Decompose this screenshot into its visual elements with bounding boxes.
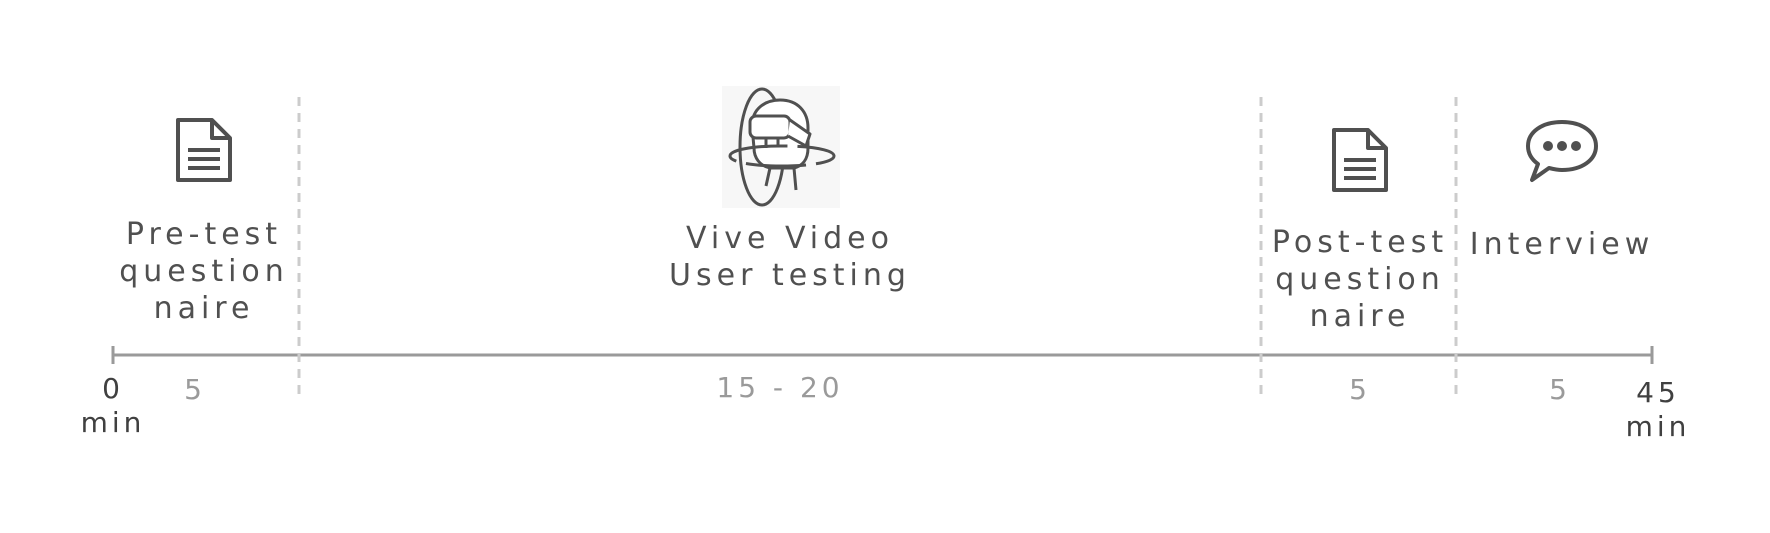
timeline-diagram: Pre-test question naire 5 Vive Video Use… xyxy=(0,0,1770,533)
phase-duration-post-test: 5 xyxy=(1349,373,1371,406)
document-icon xyxy=(174,116,234,184)
speech-bubble-icon xyxy=(1524,118,1600,184)
timeline-end-label: 45 min xyxy=(1625,376,1691,443)
timeline-start-label: 0 min xyxy=(80,372,146,439)
phase-duration-interview: 5 xyxy=(1549,373,1571,406)
vr-headset-user-icon xyxy=(722,86,840,208)
phase-label-post-test: Post-test question naire xyxy=(1271,225,1449,334)
phase-label-interview: Interview xyxy=(1469,227,1655,262)
phase-duration-pre-test: 5 xyxy=(184,373,206,406)
phase-label-user-testing: Vive Video User testing xyxy=(669,221,911,293)
document-icon xyxy=(1330,126,1390,194)
phase-duration-user-testing: 15 - 20 xyxy=(716,371,844,404)
phase-label-pre-test: Pre-test question naire xyxy=(119,217,289,326)
